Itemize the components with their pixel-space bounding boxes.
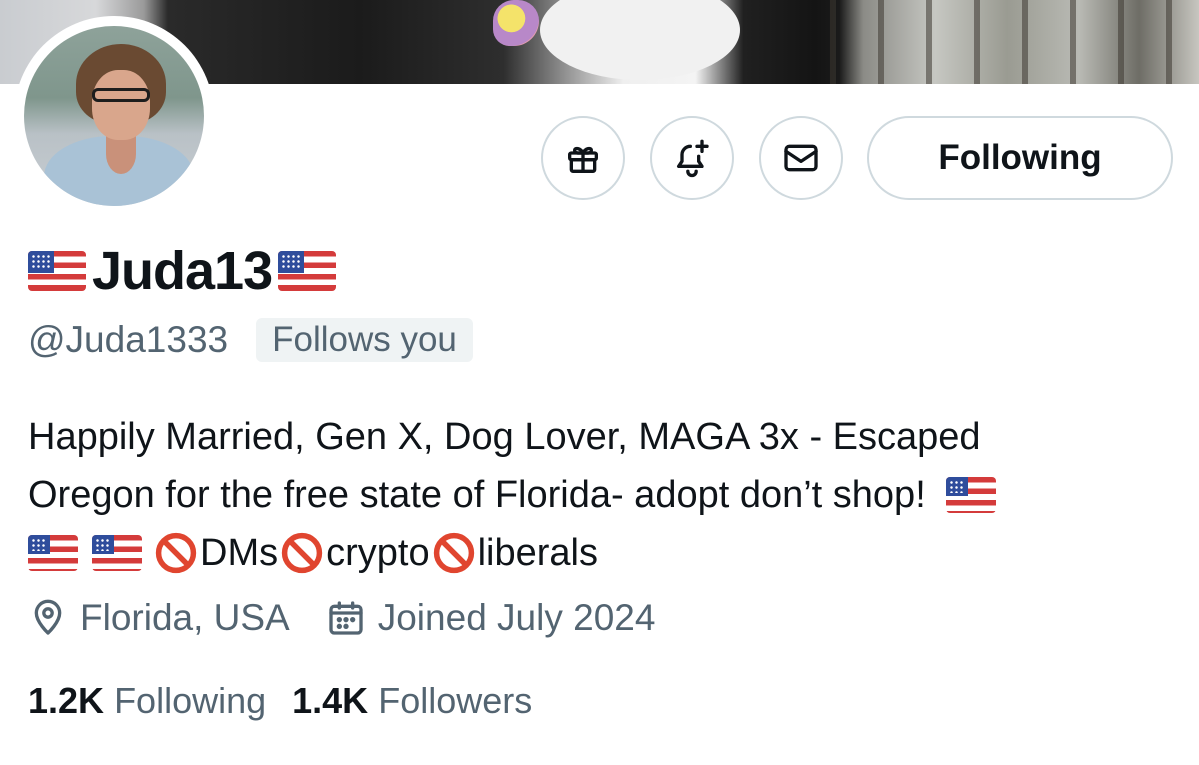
- display-name-row: Juda13: [28, 236, 337, 306]
- join-date-text: Joined July 2024: [377, 597, 656, 638]
- bio-tag: crypto: [326, 532, 430, 574]
- following-stat-link[interactable]: 1.2K Following: [28, 680, 266, 722]
- following-count: 1.2K: [28, 680, 105, 721]
- display-name: Juda13: [92, 241, 273, 301]
- follow-stats: 1.2K Following 1.4K Followers: [28, 680, 558, 722]
- banner-trees: [830, 0, 1199, 84]
- message-button[interactable]: [759, 116, 843, 200]
- avatar[interactable]: [24, 26, 204, 206]
- avatar-face: [92, 70, 150, 140]
- followers-stat-link[interactable]: 1.4K Followers: [292, 680, 532, 722]
- us-flag-icon: [92, 535, 142, 571]
- following-button[interactable]: Following: [867, 116, 1173, 200]
- us-flag-icon: [28, 251, 86, 291]
- location: Florida, USA: [28, 597, 290, 639]
- user-handle: @Juda1333: [28, 319, 229, 360]
- bio-line: DMs crypto liberals: [28, 524, 1178, 582]
- bio-text: Oregon for the free state of Florida- ad…: [28, 474, 926, 516]
- avatar-glasses: [92, 88, 150, 102]
- join-date: Joined July 2024: [326, 597, 656, 639]
- us-flag-icon: [278, 251, 337, 291]
- prohibited-icon: [281, 532, 323, 574]
- notifications-button[interactable]: [650, 116, 734, 200]
- profile-meta: Florida, USA Joined July 2024: [28, 597, 691, 639]
- bio-line: Oregon for the free state of Florida- ad…: [28, 466, 1178, 524]
- avatar-neck: [106, 134, 136, 174]
- bio-line: Happily Married, Gen X, Dog Lover, MAGA …: [28, 408, 1178, 466]
- envelope-icon: [784, 144, 818, 172]
- us-flag-icon: [28, 535, 78, 571]
- bell-plus-icon: [677, 139, 709, 178]
- gift-icon: [568, 146, 598, 173]
- gift-button[interactable]: [541, 116, 625, 200]
- followers-count: 1.4K: [292, 680, 369, 721]
- bio-tag: liberals: [477, 532, 598, 574]
- prohibited-icon: [155, 532, 197, 574]
- prohibited-icon: [433, 532, 474, 574]
- location-pin-icon: [34, 599, 62, 635]
- location-text: Florida, USA: [80, 597, 290, 638]
- us-flag-icon: [945, 477, 996, 513]
- profile-bio: Happily Married, Gen X, Dog Lover, MAGA …: [28, 408, 1178, 582]
- calendar-icon: [329, 601, 363, 635]
- following-label: Following: [114, 680, 267, 721]
- followers-label: Followers: [378, 680, 533, 721]
- handle-row: @Juda1333 Follows you: [28, 318, 473, 362]
- bio-text: Happily Married, Gen X, Dog Lover, MAGA …: [28, 416, 981, 458]
- banner-dog-toy: [493, 0, 539, 46]
- bio-tag: DMs: [200, 532, 279, 574]
- banner-dog-fur: [540, 0, 740, 80]
- follows-you-badge: Follows you: [256, 318, 473, 362]
